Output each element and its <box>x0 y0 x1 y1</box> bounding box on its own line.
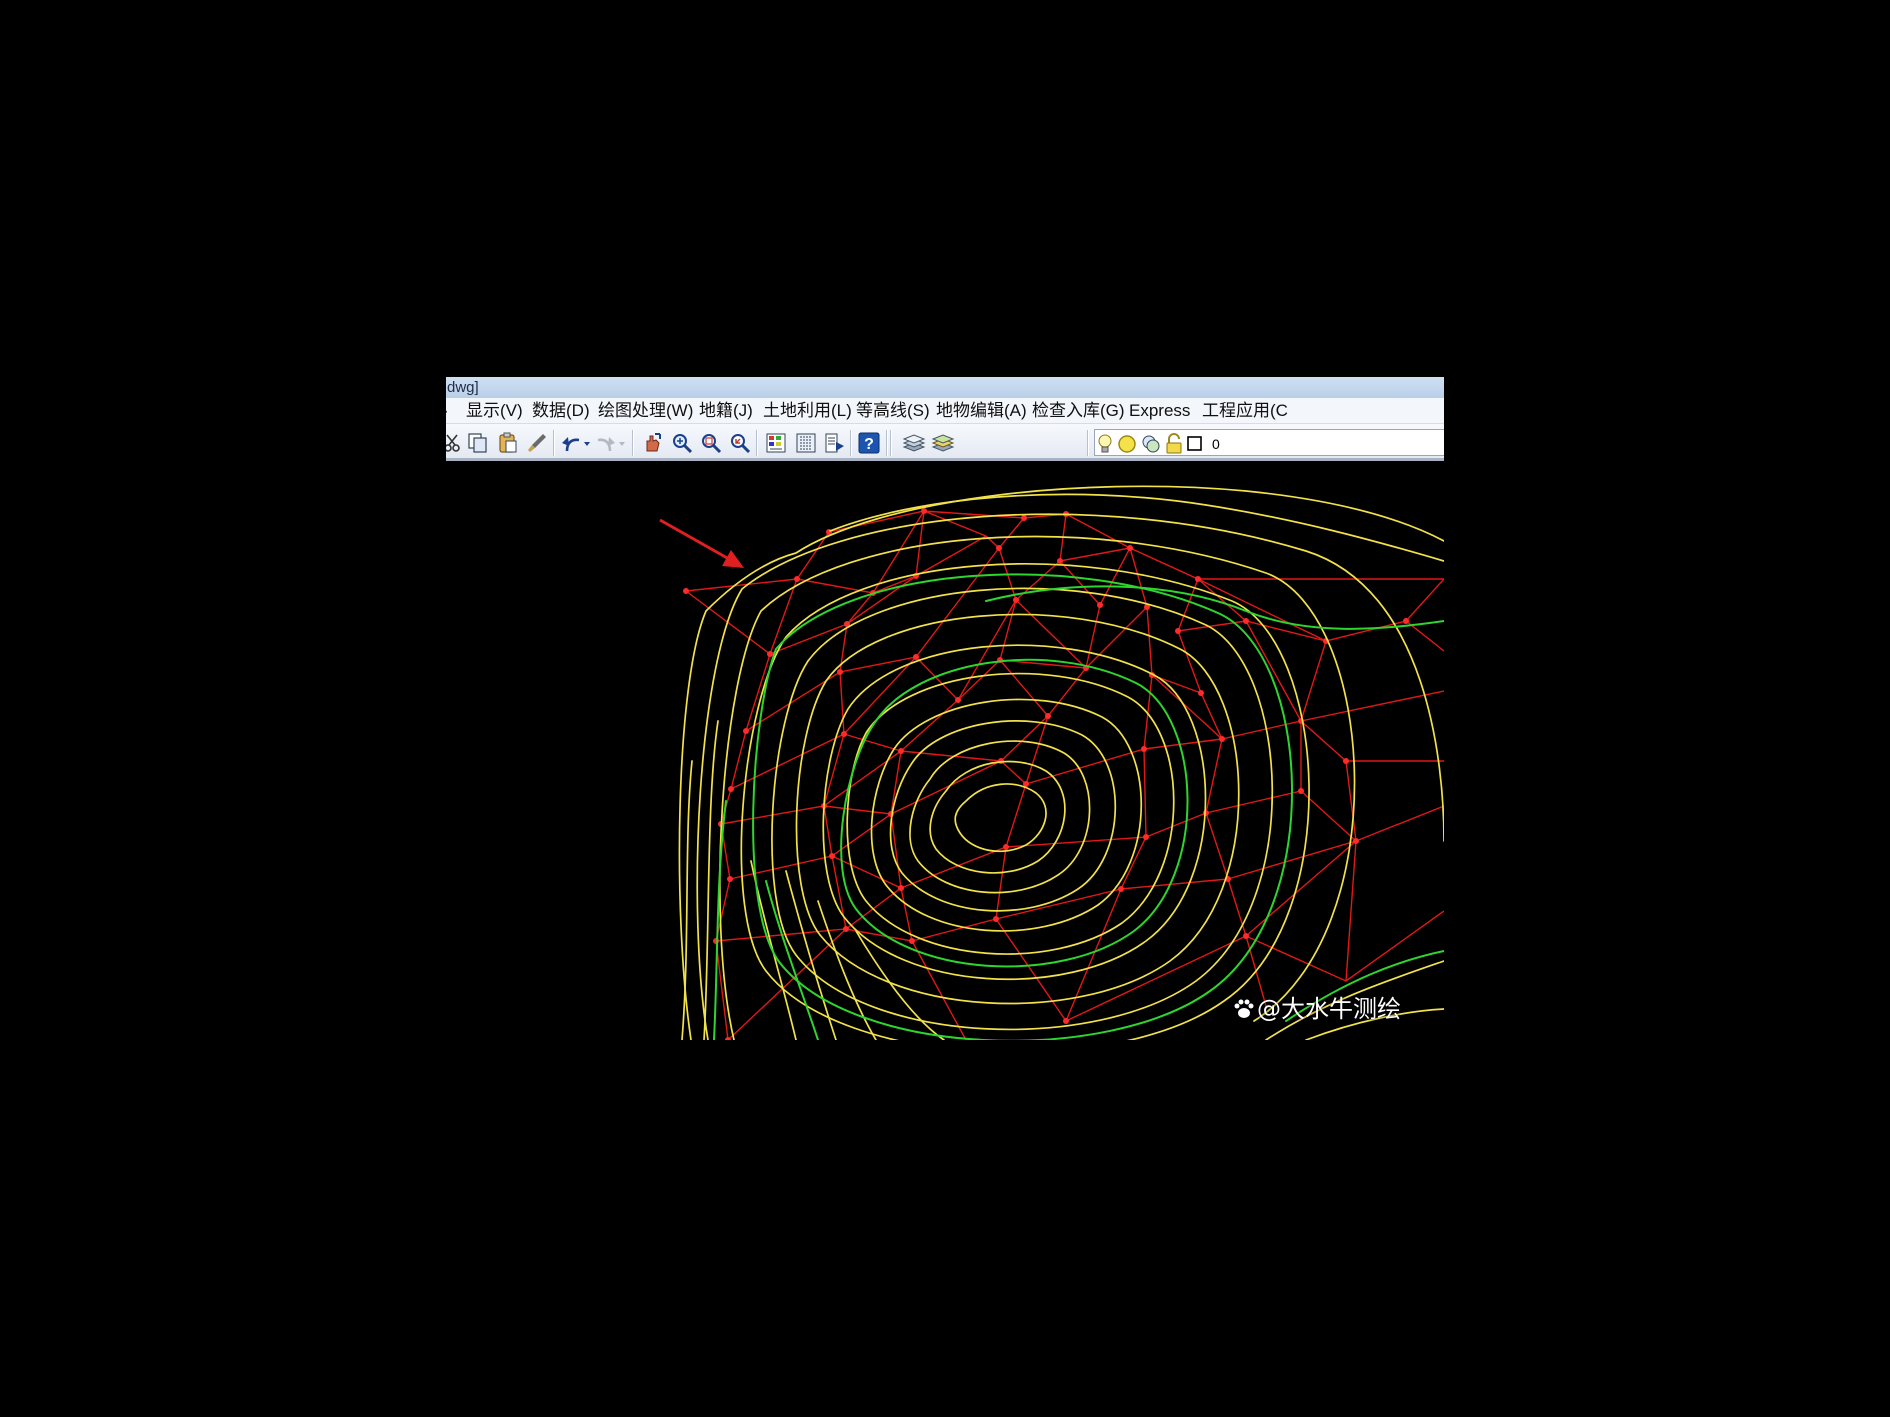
undo-icon[interactable] <box>559 431 583 455</box>
toolbar-separator <box>886 430 888 456</box>
watermark-text: @大水牛测绘 <box>1257 995 1401 1023</box>
freeze-icon[interactable] <box>1140 433 1162 455</box>
menu-bar: › 显示(V) 数据(D) 绘图处理(W) 地籍(J) 土地利用(L) 等高线(… <box>446 398 1444 424</box>
color-swatch-icon <box>1187 436 1202 451</box>
menu-land-use[interactable]: 土地利用(L) <box>763 398 852 424</box>
design-center-icon[interactable] <box>794 431 818 455</box>
menu-express[interactable]: Express <box>1129 398 1190 424</box>
title-bar: dwg] <box>446 377 1444 398</box>
layer-previous-icon[interactable] <box>931 431 955 455</box>
lock-icon[interactable] <box>1164 433 1184 455</box>
toolbar-separator <box>632 430 634 456</box>
menu-drawing[interactable]: 绘图处理(W) <box>598 398 693 424</box>
sun-icon[interactable] <box>1116 433 1138 455</box>
help-icon[interactable]: ? <box>857 431 881 455</box>
toolbar-separator <box>553 430 555 456</box>
toolbar-separator <box>850 430 852 456</box>
menu-clipped-edge: › <box>446 398 448 424</box>
menu-cadastre[interactable]: 地籍(J) <box>699 398 753 424</box>
current-layer-name: 0 <box>1212 436 1220 452</box>
cut-icon[interactable] <box>446 431 464 455</box>
zoom-realtime-icon[interactable] <box>670 431 694 455</box>
annotation-arrow <box>659 518 744 568</box>
toolbar-separator <box>756 430 758 456</box>
light-bulb-icon[interactable] <box>1095 433 1115 455</box>
toolbar-separator <box>1087 430 1089 456</box>
copy-icon[interactable] <box>466 431 490 455</box>
drawing-canvas[interactable] <box>446 461 1444 1040</box>
menu-contours[interactable]: 等高线(S) <box>856 398 930 424</box>
menu-check-import[interactable]: 检查入库(G) <box>1032 398 1125 424</box>
paste-icon[interactable] <box>496 431 520 455</box>
title-text: dwg] <box>447 379 479 396</box>
toolbar-grip[interactable] <box>890 430 892 456</box>
pan-icon[interactable] <box>641 431 665 455</box>
match-properties-icon[interactable] <box>525 431 549 455</box>
redo-icon[interactable] <box>594 431 618 455</box>
standard-toolbar: ? 0 <box>446 424 1444 461</box>
redo-dropdown-icon[interactable] <box>617 431 627 455</box>
menu-feature-edit[interactable]: 地物编辑(A) <box>936 398 1027 424</box>
menu-engineering[interactable]: 工程应用(C <box>1202 398 1288 424</box>
menu-view[interactable]: 显示(V) <box>466 398 523 424</box>
zoom-previous-icon[interactable] <box>728 431 752 455</box>
zoom-window-icon[interactable] <box>699 431 723 455</box>
tool-palette-icon[interactable] <box>823 431 847 455</box>
menu-data[interactable]: 数据(D) <box>532 398 590 424</box>
layer-manager-icon[interactable] <box>902 431 926 455</box>
paw-icon <box>1234 999 1254 1018</box>
svg-text:?: ? <box>864 436 874 453</box>
cad-window-crop: dwg] › 显示(V) 数据(D) 绘图处理(W) 地籍(J) 土地利用(L)… <box>446 377 1444 1040</box>
undo-dropdown-icon[interactable] <box>582 431 592 455</box>
watermark: @大水牛测绘 <box>1233 989 1401 1024</box>
properties-icon[interactable] <box>764 431 788 455</box>
contour-lines <box>678 485 1444 1040</box>
